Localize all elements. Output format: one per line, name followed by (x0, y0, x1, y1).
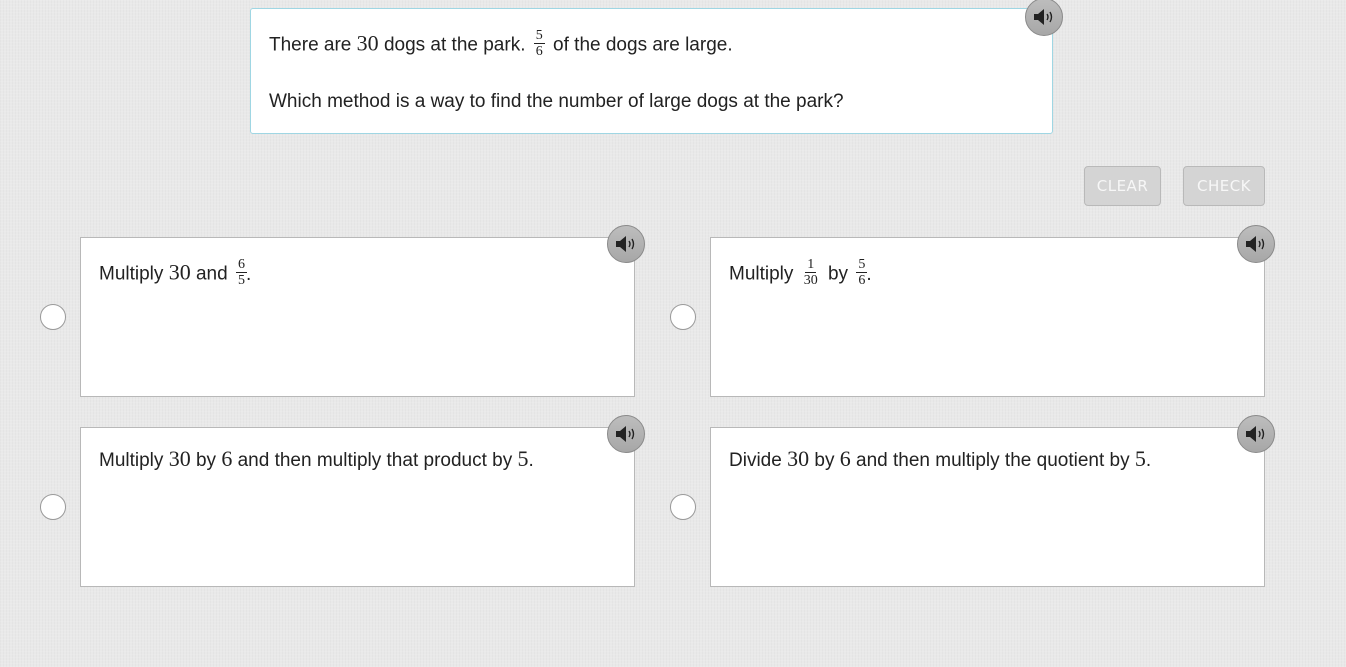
option-text-segment: and then multiply that product by (237, 450, 513, 471)
option-3-card[interactable]: Multiply 30 by 6 and then multiply that … (80, 427, 635, 587)
option-2-radio[interactable] (670, 304, 696, 330)
speaker-icon (616, 426, 635, 442)
speaker-icon (616, 236, 635, 252)
option-number: 30 (168, 259, 191, 285)
option-fraction: 56 (856, 257, 868, 288)
option-text-segment: and (195, 263, 228, 285)
fraction-numerator: 5 (533, 28, 545, 44)
option-text-segment: Multiply (729, 263, 794, 285)
speaker-icon (1246, 426, 1265, 442)
option-2-text: Multiply 1 30 by 56. (729, 257, 872, 290)
question-line-1: There are 30 dogs at the park. 5 6 of th… (269, 28, 733, 61)
question-text-pre: There are (269, 34, 352, 56)
question-text-post: of the dogs are large. (553, 34, 733, 56)
option-fraction: 1 30 (802, 257, 820, 288)
fraction-numerator: 6 (235, 257, 247, 273)
option-text-segment: by (827, 263, 849, 285)
speaker-icon (1246, 236, 1265, 252)
fraction-denominator: 6 (535, 44, 543, 59)
option-number: 30 (787, 446, 810, 471)
option-period: . (1145, 450, 1152, 471)
option-4-card[interactable]: Divide 30 by 6 and then multiply the quo… (710, 427, 1265, 587)
option-4-text: Divide 30 by 6 and then multiply the quo… (729, 446, 1151, 472)
option-3-text: Multiply 30 by 6 and then multiply that … (99, 446, 534, 472)
option-number: 6 (839, 446, 851, 471)
option-2-card[interactable]: Multiply 1 30 by 56. (710, 237, 1265, 397)
fraction-denominator: 6 (858, 273, 866, 288)
option-number: 5 (517, 446, 529, 471)
option-1-radio[interactable] (40, 304, 66, 330)
option-1-audio-button[interactable] (607, 225, 645, 263)
option-4-radio[interactable] (670, 494, 696, 520)
clear-button[interactable]: CLEAR (1084, 166, 1161, 206)
option-fraction: 65 (235, 257, 247, 288)
option-text-segment: and then multiply the quotient by (856, 450, 1130, 471)
option-period: . (528, 450, 534, 471)
question-fraction: 5 6 (533, 28, 545, 59)
fraction-numerator: 1 (805, 257, 817, 273)
option-text-segment: Multiply (99, 450, 164, 471)
option-1-text: Multiply 30 and 65. (99, 257, 251, 290)
option-number: 30 (168, 446, 191, 471)
option-number: 6 (221, 446, 233, 471)
fraction-denominator: 30 (803, 273, 818, 288)
question-line-2: Which method is a way to find the number… (269, 91, 844, 112)
option-text-segment: by (814, 450, 835, 471)
option-1-card[interactable]: Multiply 30 and 65. (80, 237, 635, 397)
option-text-segment: Multiply (99, 263, 164, 285)
option-text-segment: Divide (729, 450, 782, 471)
fraction-numerator: 5 (856, 257, 868, 273)
option-4-audio-button[interactable] (1237, 415, 1275, 453)
question-box: There are 30 dogs at the park. 5 6 of th… (250, 8, 1053, 134)
option-2-audio-button[interactable] (1237, 225, 1275, 263)
speaker-icon (1034, 9, 1053, 25)
option-text-segment: by (195, 450, 217, 471)
question-text-mid: dogs at the park. (383, 34, 526, 56)
option-3-audio-button[interactable] (607, 415, 645, 453)
fraction-denominator: 5 (237, 273, 245, 288)
check-button[interactable]: CHECK (1183, 166, 1265, 206)
option-number: 5 (1134, 446, 1146, 471)
question-audio-button[interactable] (1025, 0, 1063, 36)
option-3-radio[interactable] (40, 494, 66, 520)
question-number: 30 (356, 30, 379, 56)
